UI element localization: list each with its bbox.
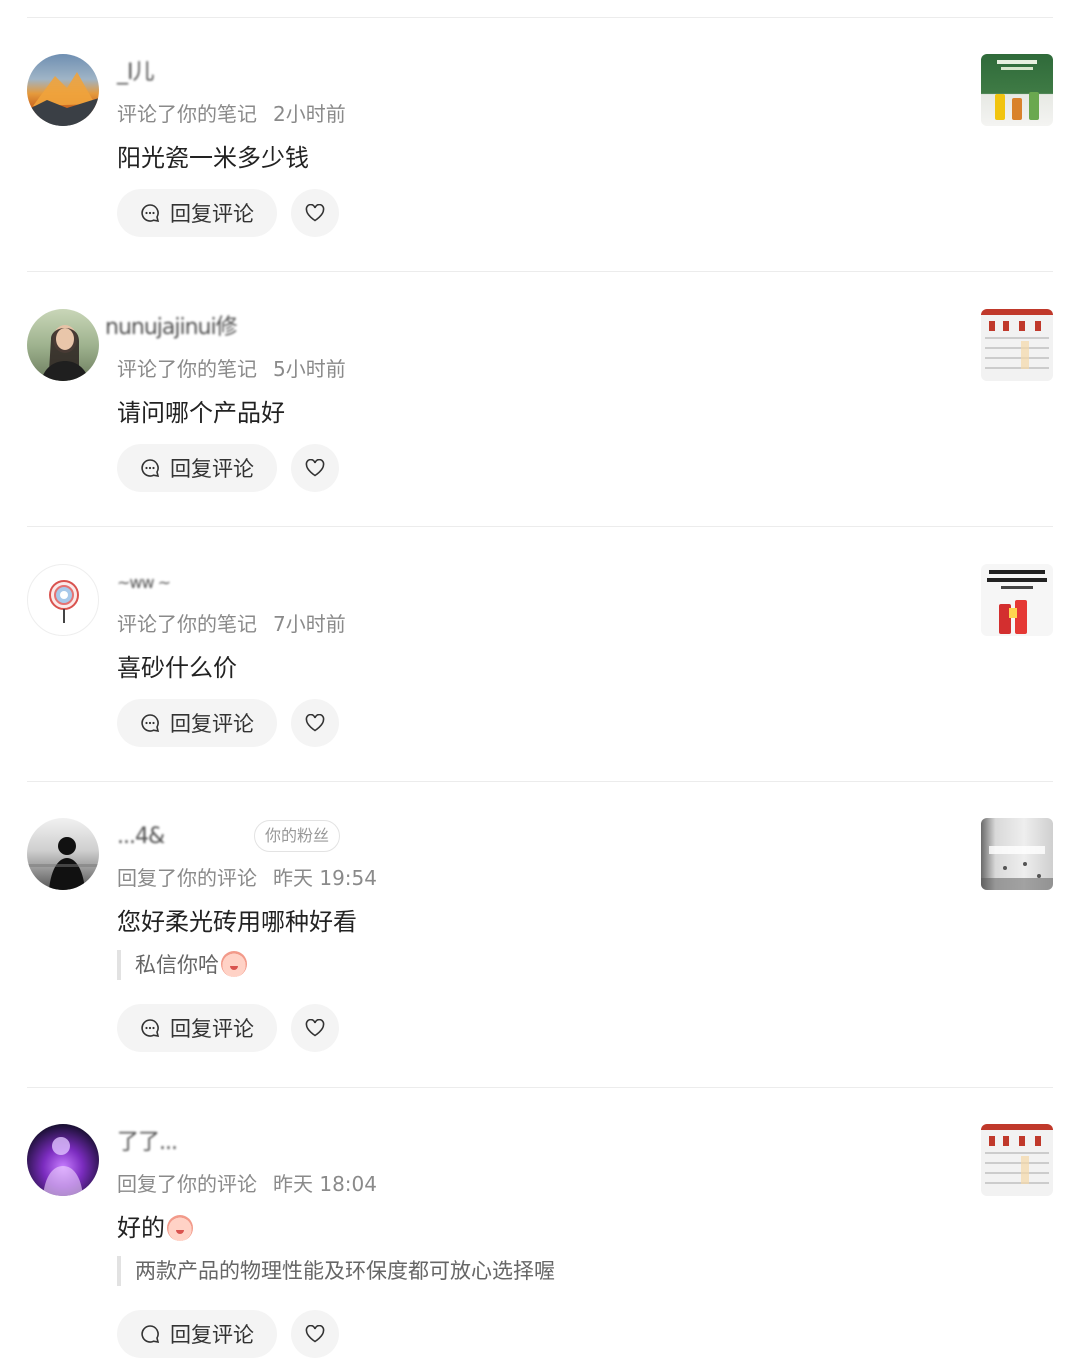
comment-text: 您好柔光砖用哪种好看 <box>117 908 357 936</box>
notification-item[interactable]: 了了... 回复了你的评论 昨天 18:04 好的 两款产品的物理性能及环保度都可… <box>0 1124 1080 1358</box>
like-button[interactable] <box>291 699 339 747</box>
notification-item[interactable]: _I儿 评论了你的笔记 2小时前 阳光瓷一米多少钱 回复评论 <box>0 54 1080 244</box>
reply-comment-button[interactable]: 回复评论 <box>117 189 277 237</box>
comment-text: 阳光瓷一米多少钱 <box>117 144 309 172</box>
comment-text-content: 好的 <box>117 1214 165 1242</box>
reply-button-label: 回复评论 <box>170 712 254 736</box>
comment-bubble-icon <box>141 1019 160 1038</box>
comment-bubble-icon <box>141 204 160 223</box>
glowing-figure-avatar-icon <box>43 1137 83 1196</box>
like-button[interactable] <box>291 444 339 492</box>
heart-icon <box>305 1019 325 1037</box>
timestamp: 昨天 18:04 <box>273 1172 377 1196</box>
divider <box>27 271 1053 272</box>
username[interactable]: nunujajinui修 <box>105 311 238 345</box>
action-text: 评论了你的笔记 <box>117 357 257 381</box>
username[interactable]: _I儿 <box>117 56 154 90</box>
meta-line: 回复了你的评论 昨天 19:54 <box>117 862 377 891</box>
comment-bubble-icon <box>141 1325 160 1344</box>
peach-emoji-icon <box>167 1215 193 1241</box>
note-thumbnail[interactable] <box>981 818 1053 890</box>
action-text: 回复了你的评论 <box>117 866 257 890</box>
red-products-thumbnail-icon <box>987 570 1047 634</box>
reply-button-label: 回复评论 <box>170 202 254 226</box>
comment-text: 喜砂什么价 <box>117 654 237 682</box>
note-thumbnail[interactable] <box>981 564 1053 636</box>
divider <box>27 781 1053 782</box>
divider <box>27 1087 1053 1088</box>
divider <box>27 17 1053 18</box>
note-thumbnail[interactable] <box>981 54 1053 126</box>
white-wall-thumbnail-icon <box>981 846 1053 890</box>
woman-portrait-avatar-icon <box>41 325 89 381</box>
user-avatar[interactable] <box>27 564 99 636</box>
fan-badge: 你的粉丝 <box>254 820 341 852</box>
product-comparison-thumbnail-icon <box>981 309 1053 369</box>
comment-bubble-icon <box>141 459 160 478</box>
product-comparison-thumbnail-icon <box>981 1124 1053 1184</box>
username[interactable]: 了了... <box>117 1126 178 1160</box>
reply-button-label: 回复评论 <box>170 1323 254 1347</box>
meta-line: 评论了你的笔记 2小时前 <box>117 98 346 127</box>
meta-line: 评论了你的笔记 5小时前 <box>117 353 346 382</box>
like-button[interactable] <box>291 1004 339 1052</box>
reply-button-label: 回复评论 <box>170 1017 254 1041</box>
username[interactable]: ...4& <box>117 820 165 854</box>
user-avatar[interactable] <box>27 818 99 890</box>
reply-comment-button[interactable]: 回复评论 <box>117 444 277 492</box>
timestamp: 昨天 19:54 <box>273 866 377 890</box>
reply-comment-button[interactable]: 回复评论 <box>117 1004 277 1052</box>
action-text: 回复了你的评论 <box>117 1172 257 1196</box>
reply-comment-button[interactable]: 回复评论 <box>117 699 277 747</box>
comment-bubble-icon <box>141 714 160 733</box>
heart-icon <box>305 459 325 477</box>
mountain-sunset-avatar-icon <box>27 72 99 126</box>
quoted-reply: 两款产品的物理性能及环保度都可放心选择喔 <box>117 1256 555 1286</box>
like-button[interactable] <box>291 1310 339 1358</box>
product-bottles-thumbnail-icon <box>995 60 1039 120</box>
notification-item[interactable]: nunujajinui修 评论了你的笔记 5小时前 请问哪个产品好 回复评论 <box>0 309 1080 499</box>
comment-text: 好的 <box>117 1208 193 1243</box>
divider <box>27 526 1053 527</box>
reply-comment-button[interactable]: 回复评论 <box>117 1310 277 1358</box>
username[interactable]: ~ww ~ <box>117 566 171 600</box>
timestamp: 7小时前 <box>273 612 346 636</box>
heart-icon <box>305 204 325 222</box>
meta-line: 回复了你的评论 昨天 18:04 <box>117 1168 377 1197</box>
user-avatar[interactable] <box>27 54 99 126</box>
heart-icon <box>305 714 325 732</box>
note-thumbnail[interactable] <box>981 1124 1053 1196</box>
quoted-reply-text: 私信你哈 <box>135 953 219 977</box>
lollipop-avatar-icon <box>49 580 79 623</box>
timestamp: 2小时前 <box>273 102 346 126</box>
comment-text: 请问哪个产品好 <box>117 399 285 427</box>
notification-item[interactable]: ...4& 你的粉丝 回复了你的评论 昨天 19:54 您好柔光砖用哪种好看 私信… <box>0 818 1080 1058</box>
heart-icon <box>305 1325 325 1343</box>
user-avatar[interactable] <box>27 309 99 381</box>
peach-emoji-icon <box>221 951 247 977</box>
action-text: 评论了你的笔记 <box>117 612 257 636</box>
like-button[interactable] <box>291 189 339 237</box>
meta-line: 评论了你的笔记 7小时前 <box>117 608 346 637</box>
note-thumbnail[interactable] <box>981 309 1053 381</box>
silhouette-avatar-icon <box>27 837 99 890</box>
user-avatar[interactable] <box>27 1124 99 1196</box>
notification-item[interactable]: ~ww ~ 评论了你的笔记 7小时前 喜砂什么价 回复评论 <box>0 564 1080 754</box>
timestamp: 5小时前 <box>273 357 346 381</box>
quoted-reply: 私信你哈 <box>117 950 247 980</box>
quoted-reply-text: 两款产品的物理性能及环保度都可放心选择喔 <box>135 1259 555 1283</box>
reply-button-label: 回复评论 <box>170 457 254 481</box>
action-text: 评论了你的笔记 <box>117 102 257 126</box>
